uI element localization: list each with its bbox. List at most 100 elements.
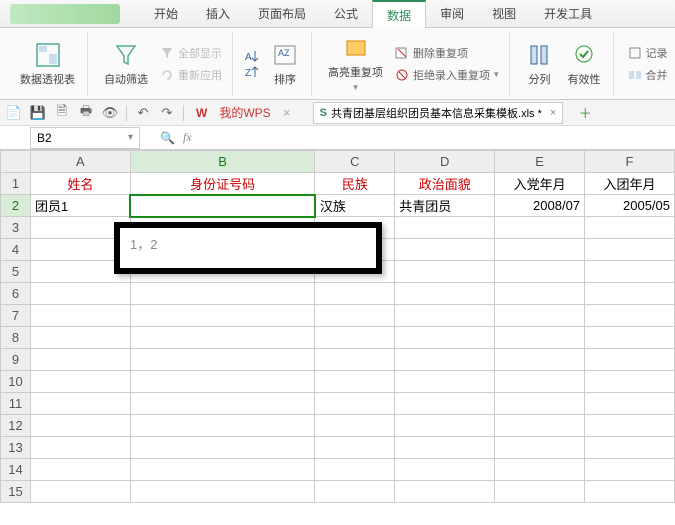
- cell[interactable]: [30, 349, 130, 371]
- cell[interactable]: [30, 393, 130, 415]
- col-header-D[interactable]: D: [395, 151, 495, 173]
- cell[interactable]: [315, 371, 395, 393]
- cell-B1[interactable]: 身份证号码: [130, 173, 315, 195]
- cell[interactable]: [395, 283, 495, 305]
- cell[interactable]: [130, 305, 315, 327]
- sort-desc-icon[interactable]: Z: [245, 65, 261, 79]
- cell[interactable]: [395, 349, 495, 371]
- row-header-8[interactable]: 8: [1, 327, 31, 349]
- reject-dup-button[interactable]: 拒绝录入重复项▾: [393, 65, 501, 85]
- cell[interactable]: [130, 327, 315, 349]
- cell[interactable]: [30, 481, 130, 503]
- cell[interactable]: [395, 481, 495, 503]
- cell[interactable]: [495, 481, 585, 503]
- sort-asc-icon[interactable]: A: [245, 49, 261, 63]
- text-to-col-button[interactable]: 分列: [522, 39, 558, 89]
- select-all-corner[interactable]: [1, 151, 31, 173]
- cell[interactable]: [130, 349, 315, 371]
- remove-dup-button[interactable]: 删除重复项: [393, 43, 501, 63]
- col-header-E[interactable]: E: [495, 151, 585, 173]
- row-header-13[interactable]: 13: [1, 437, 31, 459]
- cell[interactable]: [130, 283, 315, 305]
- reapply-button[interactable]: 重新应用: [158, 65, 224, 85]
- cell-A2[interactable]: 团员1: [30, 195, 130, 217]
- cell[interactable]: [30, 327, 130, 349]
- cell[interactable]: [130, 415, 315, 437]
- cell[interactable]: [495, 393, 585, 415]
- highlight-dup-button[interactable]: 高亮重复项▾: [324, 32, 387, 95]
- row-header-5[interactable]: 5: [1, 261, 31, 283]
- tab-insert[interactable]: 插入: [192, 0, 244, 28]
- cell[interactable]: [395, 239, 495, 261]
- cell[interactable]: [315, 415, 395, 437]
- tab-developer[interactable]: 开发工具: [530, 0, 606, 28]
- row-header-11[interactable]: 11: [1, 393, 31, 415]
- cell[interactable]: [585, 261, 675, 283]
- cell[interactable]: [495, 217, 585, 239]
- cell[interactable]: [495, 283, 585, 305]
- cell[interactable]: [30, 305, 130, 327]
- wps-label[interactable]: 我的WPS: [219, 104, 270, 121]
- cell[interactable]: [395, 437, 495, 459]
- row-header-12[interactable]: 12: [1, 415, 31, 437]
- cell[interactable]: [395, 371, 495, 393]
- spreadsheet-grid[interactable]: A B C D E F 1 姓名 身份证号码 民族 政治面貌 入党年月 入团年月…: [0, 150, 675, 503]
- row-header-2[interactable]: 2: [1, 195, 31, 217]
- cell-B2[interactable]: [130, 195, 315, 217]
- cell[interactable]: [315, 305, 395, 327]
- cell[interactable]: [130, 371, 315, 393]
- sort-button[interactable]: AZ 排序: [267, 39, 303, 89]
- print-icon[interactable]: 🖶: [78, 105, 94, 121]
- tab-review[interactable]: 审阅: [426, 0, 478, 28]
- cell[interactable]: [495, 415, 585, 437]
- tab-home[interactable]: 开始: [140, 0, 192, 28]
- cell[interactable]: [395, 261, 495, 283]
- row-header-15[interactable]: 15: [1, 481, 31, 503]
- redo-icon[interactable]: ↷: [159, 105, 175, 121]
- cell[interactable]: [395, 459, 495, 481]
- cell[interactable]: [495, 349, 585, 371]
- name-box[interactable]: B2 ▾: [30, 127, 140, 149]
- cell[interactable]: [495, 239, 585, 261]
- cell[interactable]: [395, 217, 495, 239]
- cell[interactable]: [30, 437, 130, 459]
- cell[interactable]: [495, 305, 585, 327]
- row-header-6[interactable]: 6: [1, 283, 31, 305]
- consolidate-button[interactable]: 合并: [626, 65, 670, 85]
- cell[interactable]: [395, 327, 495, 349]
- saveas-icon[interactable]: 🗎: [54, 105, 70, 121]
- cell[interactable]: [395, 305, 495, 327]
- cell[interactable]: [315, 393, 395, 415]
- cell[interactable]: [130, 481, 315, 503]
- cell[interactable]: [585, 481, 675, 503]
- chevron-down-icon[interactable]: ▾: [128, 132, 133, 143]
- col-header-F[interactable]: F: [585, 151, 675, 173]
- cell[interactable]: [30, 283, 130, 305]
- cell[interactable]: [585, 283, 675, 305]
- close-wps-icon[interactable]: ×: [279, 105, 295, 121]
- cell[interactable]: [315, 481, 395, 503]
- undo-icon[interactable]: ↶: [135, 105, 151, 121]
- cell-E1[interactable]: 入党年月: [495, 173, 585, 195]
- row-header-3[interactable]: 3: [1, 217, 31, 239]
- cell-E2[interactable]: 2008/07: [495, 195, 585, 217]
- preview-icon[interactable]: 👁: [102, 105, 118, 121]
- cell[interactable]: [585, 437, 675, 459]
- cell[interactable]: [585, 415, 675, 437]
- cell[interactable]: [130, 459, 315, 481]
- add-tab-icon[interactable]: ＋: [577, 105, 593, 121]
- cell[interactable]: [315, 459, 395, 481]
- cell[interactable]: [495, 371, 585, 393]
- cell[interactable]: [30, 415, 130, 437]
- file-tab[interactable]: S 共青团基层组织团员基本信息采集模板.xls * ×: [313, 102, 564, 124]
- cell-F1[interactable]: 入团年月: [585, 173, 675, 195]
- tab-view[interactable]: 视图: [478, 0, 530, 28]
- autofilter-button[interactable]: 自动筛选: [100, 39, 152, 89]
- tab-data[interactable]: 数据: [372, 0, 426, 28]
- fx-label[interactable]: fx: [183, 130, 192, 145]
- row-header-10[interactable]: 10: [1, 371, 31, 393]
- cell-D2[interactable]: 共青团员: [395, 195, 495, 217]
- cell[interactable]: [585, 217, 675, 239]
- row-header-4[interactable]: 4: [1, 239, 31, 261]
- cell[interactable]: [495, 327, 585, 349]
